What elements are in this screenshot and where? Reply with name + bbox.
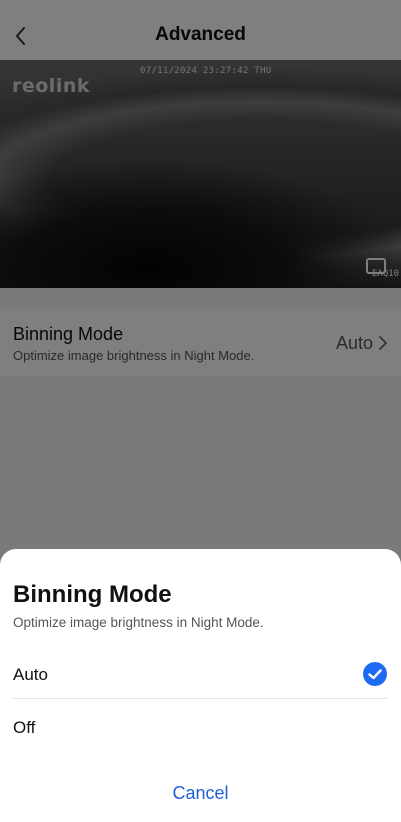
- option-auto[interactable]: Auto: [13, 649, 388, 699]
- sheet-subtitle: Optimize image brightness in Night Mode.: [13, 615, 264, 630]
- cancel-button[interactable]: Cancel: [0, 783, 401, 804]
- binning-mode-sheet: Binning Mode Optimize image brightness i…: [0, 549, 401, 822]
- option-off[interactable]: Off: [13, 702, 388, 752]
- check-icon: [363, 662, 387, 686]
- option-auto-label: Auto: [13, 665, 48, 684]
- option-off-label: Off: [13, 718, 36, 737]
- sheet-title: Binning Mode: [13, 581, 172, 608]
